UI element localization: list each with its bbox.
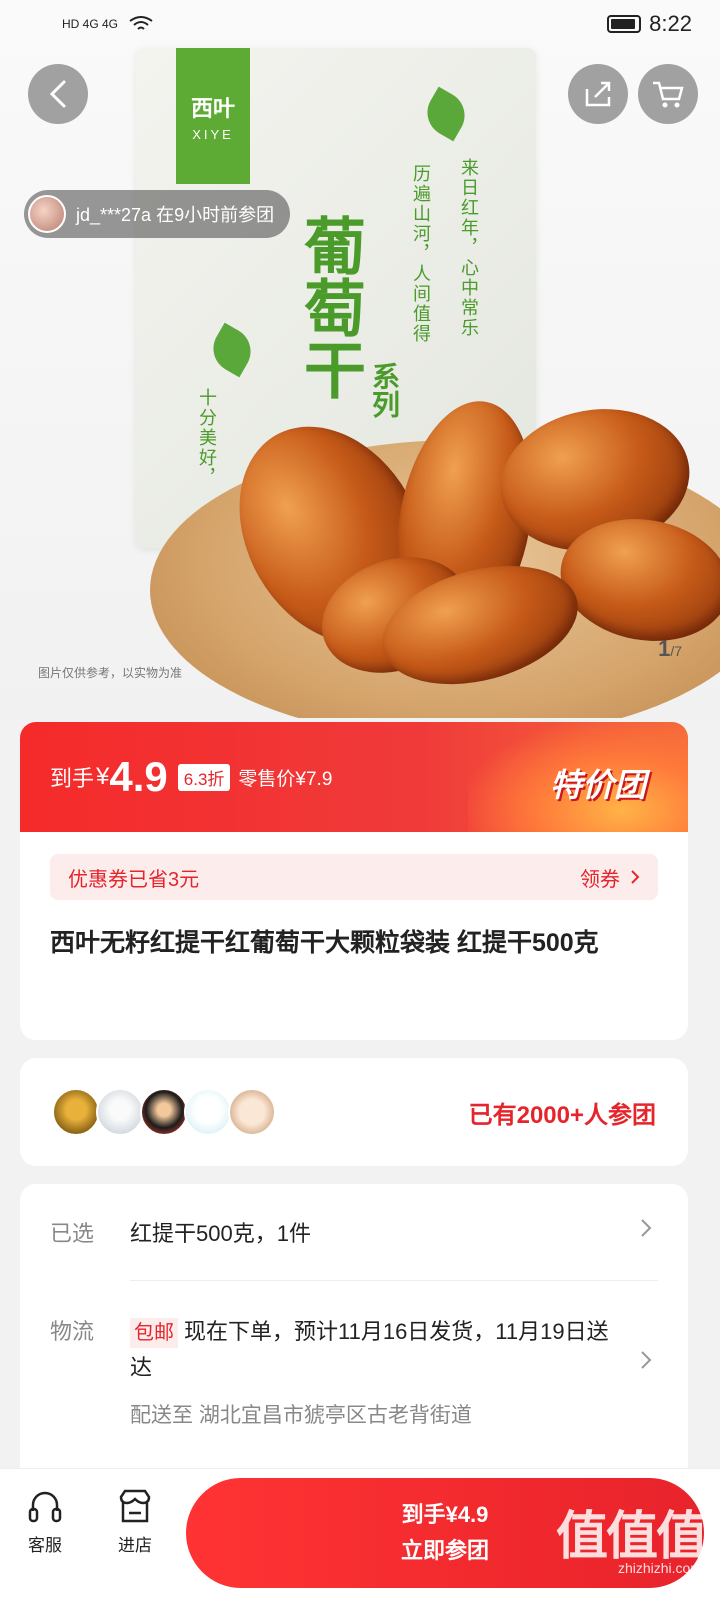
price-banner: 到手 ¥ 4.9 6.3折 零售价¥7.9 特价团 bbox=[20, 722, 688, 832]
price-label: 到手 bbox=[50, 766, 95, 791]
clock: 8:22 bbox=[649, 11, 692, 36]
coupon-bar[interactable]: 优惠券已省3元 领券 bbox=[50, 854, 658, 900]
avatar bbox=[28, 195, 66, 233]
image-counter-total: /7 bbox=[670, 643, 682, 659]
chevron-left-icon bbox=[49, 80, 66, 108]
delivery-estimate: 现在下单，预计11月16日发货，11月19日送达 bbox=[130, 1319, 609, 1380]
selected-spec-row[interactable]: 已选 红提干500克，1件 bbox=[50, 1184, 658, 1280]
chevron-right-icon bbox=[641, 1351, 652, 1369]
store-button[interactable]: 进店 bbox=[90, 1479, 180, 1556]
cart-button[interactable] bbox=[638, 64, 698, 124]
site-watermark: 值值值 bbox=[555, 1508, 708, 1566]
ship-to-address: 配送至 湖北宜昌市猇亭区古老背街道 bbox=[130, 1404, 472, 1427]
claim-coupon-label: 领券 bbox=[580, 868, 620, 891]
claim-coupon-link[interactable]: 领券 bbox=[580, 863, 640, 892]
bag-slogan: 来日红年，心中常乐 bbox=[459, 158, 479, 338]
bag-slogan: 历遍山河，人间值得 bbox=[411, 164, 431, 344]
status-indicators: HD 4G 4G bbox=[62, 15, 154, 33]
chevron-right-icon bbox=[631, 870, 640, 884]
recent-join-notice: jd_***27a 在9小时前参团 bbox=[24, 190, 291, 238]
logistics-row[interactable]: 物流 包邮 现在下单，预计11月16日发货，11月19日送达 配送至 湖北宜昌市猇… bbox=[50, 1280, 658, 1434]
product-info-card: 优惠券已省3元 领券 西叶无籽红提干红葡萄干大颗粒袋装 红提干500克 bbox=[20, 832, 688, 1040]
brand-logo: 西叶 XIYE bbox=[176, 48, 250, 184]
retail-price: 零售价¥7.9 bbox=[238, 768, 333, 790]
special-group-tag: 特价团 bbox=[549, 767, 646, 803]
store-icon bbox=[119, 1489, 151, 1523]
discount-badge: 6.3折 bbox=[177, 763, 231, 791]
headset-icon bbox=[28, 1491, 62, 1523]
image-counter: 1/7 bbox=[658, 636, 682, 662]
brand-logo-en: XIYE bbox=[192, 126, 234, 142]
share-icon bbox=[585, 81, 611, 107]
status-bar: HD 4G 4G 8:22 bbox=[0, 0, 720, 48]
back-button[interactable] bbox=[28, 64, 88, 124]
group-members-card[interactable]: 已有2000+人参团 bbox=[20, 1058, 688, 1166]
price-currency: ¥ bbox=[96, 763, 110, 790]
cta-price: 到手¥4.9 bbox=[401, 1502, 489, 1527]
avatar bbox=[140, 1088, 188, 1136]
grape-leaf-icon bbox=[204, 322, 260, 378]
logistics-line: 包邮 现在下单，预计11月16日发货，11月19日送达 bbox=[130, 1314, 618, 1386]
spec-logistics-card: 已选 红提干500克，1件 物流 包邮 现在下单，预计11月16日发货，11月19… bbox=[20, 1184, 688, 1484]
wifi-icon bbox=[129, 16, 153, 30]
member-avatars bbox=[52, 1088, 276, 1136]
free-shipping-badge: 包邮 bbox=[130, 1318, 178, 1348]
selected-value: 红提干500克，1件 bbox=[130, 1221, 311, 1246]
brand-logo-cn: 西叶 bbox=[190, 95, 235, 121]
store-label: 进店 bbox=[118, 1536, 152, 1555]
bag-title: 葡萄干 bbox=[293, 214, 366, 400]
selected-label: 已选 bbox=[50, 1221, 95, 1246]
chevron-right-icon bbox=[641, 1219, 652, 1237]
recent-join-text: jd_***27a 在9小时前参团 bbox=[76, 205, 275, 225]
cart-icon bbox=[653, 81, 684, 108]
signal-indicators: HD 4G 4G bbox=[62, 17, 119, 31]
price-value: 4.9 bbox=[109, 753, 168, 800]
site-watermark-url: zhizhizhi.com bbox=[617, 1560, 702, 1576]
coupon-saved-text: 优惠券已省3元 bbox=[68, 868, 200, 891]
status-right: 8:22 bbox=[607, 11, 692, 37]
joined-count: 已有2000+人参团 bbox=[468, 1101, 656, 1129]
product-title: 西叶无籽红提干红葡萄干大颗粒袋装 红提干500克 bbox=[50, 929, 599, 957]
avatar bbox=[184, 1088, 232, 1136]
logistics-body: 包邮 现在下单，预计11月16日发货，11月19日送达 配送至 湖北宜昌市猇亭区古… bbox=[130, 1314, 658, 1434]
cta-action: 立即参团 bbox=[400, 1538, 489, 1563]
avatar bbox=[96, 1088, 144, 1136]
battery-icon bbox=[607, 15, 642, 33]
customer-service-button[interactable]: 客服 bbox=[0, 1479, 90, 1556]
image-counter-current: 1 bbox=[658, 636, 671, 661]
logistics-label: 物流 bbox=[50, 1319, 95, 1344]
grape-leaf-icon bbox=[418, 86, 474, 142]
share-button[interactable] bbox=[568, 64, 628, 124]
avatar bbox=[52, 1088, 100, 1136]
avatar bbox=[228, 1088, 276, 1136]
image-disclaimer: 图片仅供参考，以实物为准 bbox=[38, 666, 183, 680]
bag-series: 系列 bbox=[369, 362, 400, 418]
customer-service-label: 客服 bbox=[28, 1536, 62, 1555]
